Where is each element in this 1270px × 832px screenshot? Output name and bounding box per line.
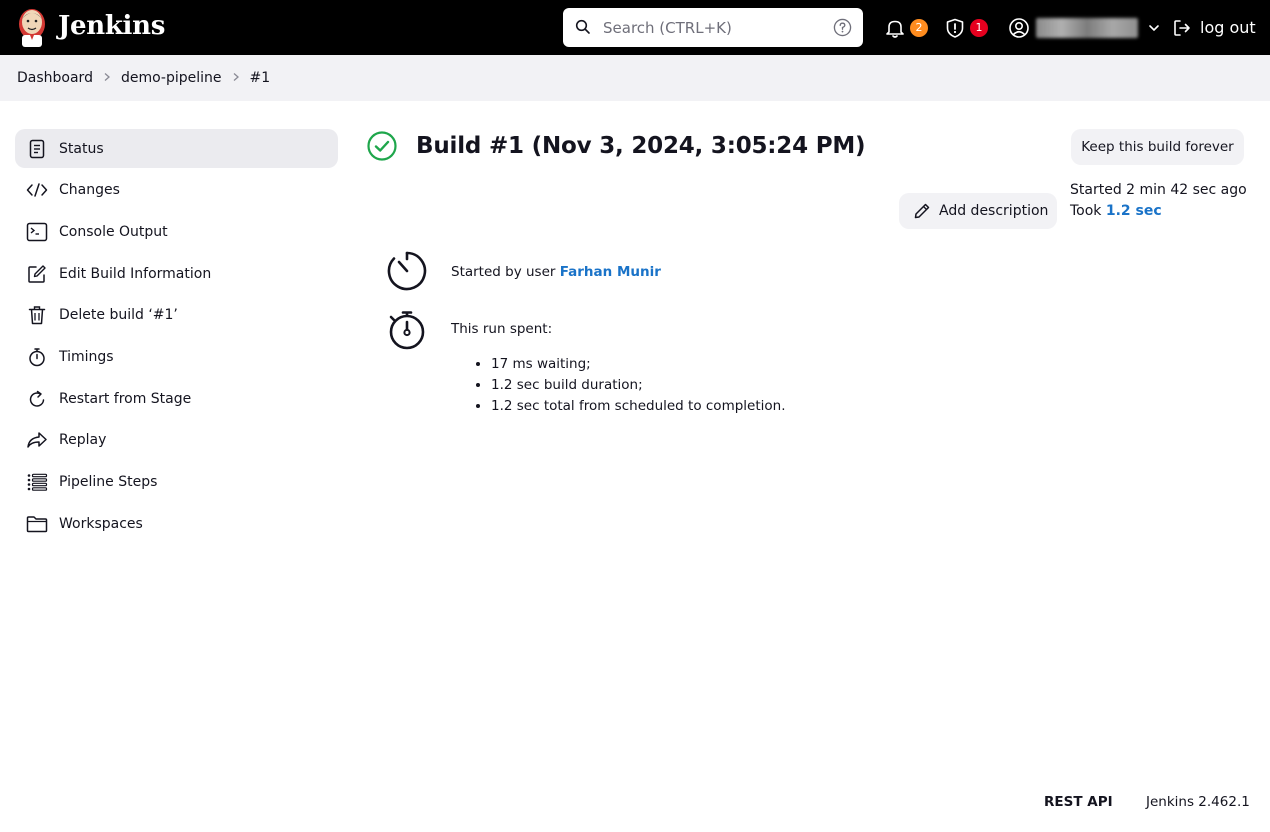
sidebar-item-edit-build-information[interactable]: Edit Build Information (15, 254, 338, 293)
stopwatch-icon (26, 346, 48, 368)
search-box[interactable] (563, 8, 863, 47)
sidebar-item-changes[interactable]: Changes (15, 171, 338, 210)
sidebar-item-status[interactable]: Status (15, 129, 338, 168)
run-spent-section: This run spent: 17 ms waiting; 1.2 sec b… (386, 309, 786, 417)
document-icon (26, 138, 48, 160)
run-spent-text: This run spent: 17 ms waiting; 1.2 sec b… (451, 321, 786, 417)
started-by-prefix: Started by user (451, 264, 560, 280)
shield-icon (946, 18, 964, 38)
sidebar-item-label: Pipeline Steps (59, 474, 158, 490)
took-line: Took 1.2 sec (1070, 201, 1247, 222)
rest-api-link[interactable]: REST API (1044, 794, 1113, 810)
logout-button[interactable]: log out (1172, 0, 1256, 55)
list-item: 17 ms waiting; (491, 354, 786, 375)
started-by-text: Started by user Farhan Munir (451, 264, 661, 292)
user-menu[interactable] (1008, 0, 1160, 55)
logout-icon (1174, 19, 1190, 36)
page-title: Build #1 (Nov 3, 2024, 3:05:24 PM) (416, 133, 866, 159)
list-icon (26, 471, 48, 493)
sidebar-item-label: Changes (59, 182, 120, 199)
keep-build-forever-button[interactable]: Keep this build forever (1071, 129, 1244, 165)
terminal-icon (26, 221, 48, 243)
chevron-right-icon (222, 70, 250, 86)
replay-icon (26, 429, 48, 451)
pencil-icon (914, 203, 930, 219)
run-spent-label: This run spent: (451, 321, 553, 337)
trash-icon (26, 304, 48, 326)
sidebar-item-label: Workspaces (59, 515, 143, 532)
notifications-badge: 2 (910, 18, 928, 37)
search-input[interactable] (603, 8, 823, 47)
sidebar-item-pipeline-steps[interactable]: Pipeline Steps (15, 463, 338, 502)
bell-icon (886, 20, 904, 38)
sidebar-item-console-output[interactable]: Console Output (15, 212, 338, 251)
list-item: 1.2 sec total from scheduled to completi… (491, 396, 786, 417)
top-header: Jenkins 2 1 (0, 0, 1270, 55)
sidebar-item-replay[interactable]: Replay (15, 421, 338, 460)
took-duration-link[interactable]: 1.2 sec (1106, 203, 1162, 219)
search-icon (575, 19, 590, 34)
breadcrumb-dashboard[interactable]: Dashboard (17, 70, 93, 86)
edit-icon (26, 263, 48, 285)
security-button[interactable]: 1 (944, 0, 988, 55)
sidebar-item-label: Timings (59, 348, 114, 365)
user-icon (1009, 17, 1029, 38)
list-item: 1.2 sec build duration; (491, 375, 786, 396)
breadcrumb-demo-pipeline[interactable]: demo-pipeline (121, 70, 222, 86)
started-ago-text: Started 2 min 42 sec ago (1070, 182, 1247, 198)
sidebar-item-label: Replay (59, 432, 107, 449)
build-title-row: Build #1 (Nov 3, 2024, 3:05:24 PM) (366, 130, 866, 162)
notifications-button[interactable]: 2 (884, 0, 928, 55)
sidebar-item-workspaces[interactable]: Workspaces (15, 504, 338, 543)
breadcrumb-build-1[interactable]: #1 (250, 70, 271, 86)
sidebar-item-delete-build[interactable]: Delete build ‘#1’ (15, 296, 338, 335)
sidebar-item-label: Restart from Stage (59, 390, 192, 407)
build-timing-summary: Started 2 min 42 sec ago Took 1.2 sec (1070, 180, 1247, 222)
stopwatch-icon (389, 311, 425, 350)
success-check-icon (367, 131, 397, 161)
security-badge: 1 (970, 18, 988, 37)
add-description-button[interactable]: Add description (899, 193, 1057, 229)
username-redacted (1036, 17, 1138, 38)
run-spent-list: 17 ms waiting; 1.2 sec build duration; 1… (451, 354, 786, 417)
jenkins-version-button[interactable]: Jenkins 2.462.1 (1146, 794, 1250, 810)
brand-name[interactable]: Jenkins (58, 8, 165, 44)
logout-label: log out (1200, 18, 1256, 37)
timer-icon (387, 251, 427, 291)
code-icon (26, 179, 48, 201)
restart-icon (26, 388, 48, 410)
took-label: Took (1070, 203, 1106, 219)
sidebar-item-label: Console Output (59, 223, 168, 240)
chevron-right-icon (93, 70, 121, 86)
breadcrumb: Dashboard demo-pipeline #1 (0, 55, 1270, 101)
sidebar-item-label: Delete build ‘#1’ (59, 307, 178, 324)
sidebar: Status Changes Console Output Edit Build… (15, 129, 338, 546)
sidebar-item-timings[interactable]: Timings (15, 337, 338, 376)
jenkins-logo-icon[interactable] (16, 7, 48, 47)
add-description-label: Add description (939, 203, 1049, 219)
started-by-section: Started by user Farhan Munir (386, 250, 661, 292)
sidebar-item-restart-from-stage[interactable]: Restart from Stage (15, 379, 338, 418)
folder-icon (26, 513, 48, 535)
sidebar-item-label: Edit Build Information (59, 265, 212, 282)
chevron-down-icon[interactable] (1148, 22, 1160, 34)
help-icon[interactable] (833, 18, 852, 37)
sidebar-item-label: Status (59, 140, 104, 157)
started-by-user-link[interactable]: Farhan Munir (560, 264, 661, 280)
